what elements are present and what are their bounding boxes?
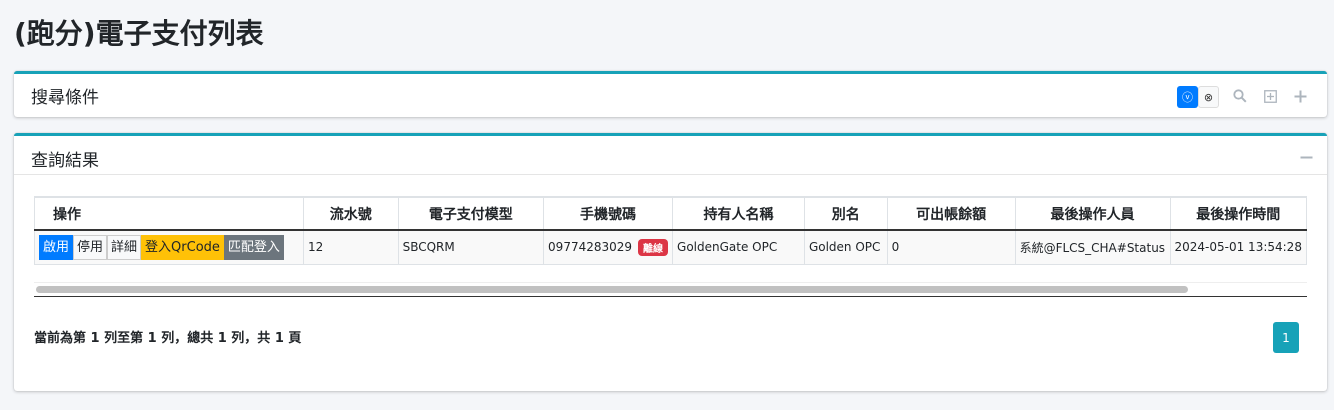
- row-actions-cell: 啟用 停用 詳細 登入QrCode 匹配登入: [34, 229, 304, 265]
- cell-holder: GoldenGate OPC: [672, 229, 805, 265]
- col-header-actions[interactable]: 操作: [34, 196, 304, 231]
- collapse-minus-icon[interactable]: [1300, 142, 1313, 170]
- detail-button[interactable]: 詳細: [107, 234, 142, 260]
- cell-alias: Golden OPC: [803, 229, 888, 265]
- cell-serial: 12: [302, 229, 399, 265]
- search-icon[interactable]: [1225, 88, 1255, 107]
- row-action-buttons: 啟用 停用 詳細 登入QrCode 匹配登入: [39, 234, 299, 260]
- horizontal-scrollbar[interactable]: [34, 282, 1307, 293]
- match-login-button[interactable]: 匹配登入: [223, 234, 284, 260]
- table-header-row: 操作 流水號 電子支付模型 手機號碼 持有人名稱 別名 可出帳餘額 最後操作人員…: [34, 196, 1307, 231]
- col-header-holder[interactable]: 持有人名稱: [672, 196, 805, 231]
- col-header-phone[interactable]: 手機號碼: [543, 196, 674, 231]
- disable-button[interactable]: 停用: [73, 234, 108, 260]
- table-bottom-rule: [34, 296, 1307, 297]
- page-title: (跑分)電子支付列表: [14, 17, 264, 50]
- results-table-container: 操作 流水號 電子支付模型 手機號碼 持有人名稱 別名 可出帳餘額 最後操作人員…: [34, 196, 1307, 296]
- col-header-last-time[interactable]: 最後操作時間: [1169, 196, 1307, 231]
- results-table: 操作 流水號 電子支付模型 手機號碼 持有人名稱 別名 可出帳餘額 最後操作人員…: [34, 196, 1307, 265]
- result-card-title: 查詢結果: [31, 151, 99, 171]
- phone-number: 09774283029: [548, 239, 633, 254]
- search-card-tools: ⓥ ⊗: [1177, 86, 1315, 108]
- expand-plus-icon[interactable]: [1285, 88, 1315, 107]
- cell-balance: 0: [886, 229, 1016, 265]
- page-button-current[interactable]: 1: [1273, 322, 1299, 353]
- col-header-alias[interactable]: 別名: [803, 196, 888, 231]
- pagination-info: 當前為第 1 列至第 1 列，總共 1 列，共 1 頁: [34, 331, 302, 346]
- col-header-model[interactable]: 電子支付模型: [397, 196, 545, 231]
- col-header-balance[interactable]: 可出帳餘額: [886, 196, 1016, 231]
- scrollbar-thumb[interactable]: [36, 286, 1188, 293]
- cell-last-time: 2024-05-01 13:54:28: [1169, 229, 1307, 265]
- card-header-divider: [14, 174, 1327, 175]
- result-card: 查詢結果 操作 流水號 電子支付模型 手機號碼 持有人名稱 別名 可出帳餘額 最…: [14, 133, 1327, 391]
- maximize-icon[interactable]: [1255, 88, 1285, 107]
- login-qrcode-button[interactable]: 登入QrCode: [141, 234, 224, 260]
- search-card-title: 搜尋條件: [31, 88, 99, 108]
- cell-model: SBCQRM: [397, 229, 545, 265]
- filter-toggle-on-icon[interactable]: ⓥ: [1177, 86, 1198, 108]
- col-header-serial[interactable]: 流水號: [302, 196, 399, 231]
- search-card: 搜尋條件 ⓥ ⊗: [14, 71, 1327, 117]
- enable-button[interactable]: 啟用: [39, 234, 74, 260]
- table-row: 啟用 停用 詳細 登入QrCode 匹配登入 12 SBCQRM 0977428…: [34, 229, 1307, 265]
- cell-last-operator: 系統@FLCS_CHA#Status: [1014, 229, 1171, 265]
- col-header-last-operator[interactable]: 最後操作人員: [1014, 196, 1171, 231]
- status-badge: 離線: [638, 238, 669, 256]
- filter-toggle-off-icon[interactable]: ⊗: [1198, 86, 1219, 108]
- cell-phone: 09774283029 離線: [543, 229, 674, 265]
